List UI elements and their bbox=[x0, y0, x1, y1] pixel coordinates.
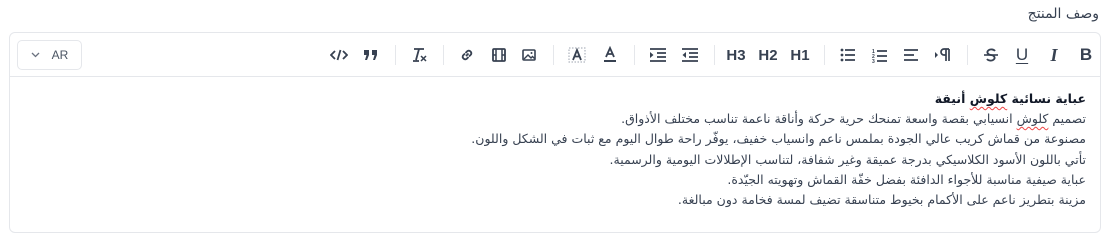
content-line: تصميم كلوش انسيابي بقصة واسعة تمنحك حرية… bbox=[24, 109, 1086, 129]
language-select-value: AR bbox=[51, 48, 69, 62]
text-color-icon bbox=[602, 46, 618, 64]
paragraph-direction-icon bbox=[934, 48, 952, 62]
rich-text-editor[interactable]: AR H3 H2 H1 1 2 3 U I B عباية نسائية كلو… bbox=[9, 32, 1101, 233]
code-button[interactable] bbox=[327, 43, 351, 67]
toolbar-divider bbox=[443, 45, 444, 65]
toolbar-divider bbox=[553, 45, 554, 65]
heading-3-label: H3 bbox=[726, 46, 746, 64]
content-line: تأتي باللون الأسود الكلاسيكي بدرجة عميقة… bbox=[609, 151, 1086, 167]
heading-2-label: H2 bbox=[758, 46, 778, 64]
misspelled-word: كلوش bbox=[1016, 111, 1049, 127]
link-icon bbox=[459, 47, 475, 63]
bullet-list-icon bbox=[840, 48, 856, 62]
heading-3-button[interactable]: H3 bbox=[724, 43, 748, 67]
outdent-icon bbox=[681, 48, 699, 62]
content-text: تصميم bbox=[1048, 111, 1086, 127]
heading-1-button[interactable]: H1 bbox=[788, 43, 812, 67]
toolbar-divider bbox=[395, 45, 396, 65]
clear-format-icon bbox=[411, 47, 427, 63]
underline-icon: U bbox=[1015, 45, 1029, 64]
italic-button[interactable]: I bbox=[1042, 43, 1066, 67]
video-button[interactable] bbox=[487, 43, 511, 67]
ordered-list-icon: 123 bbox=[872, 48, 888, 63]
highlight-icon bbox=[568, 47, 586, 63]
content-line: مزينة بتطريز ناعم على الأكمام بخيوط متنا… bbox=[677, 192, 1086, 208]
align-button[interactable] bbox=[899, 43, 923, 67]
language-select[interactable]: AR bbox=[17, 40, 82, 70]
toolbar-divider bbox=[714, 45, 715, 65]
content-title: عباية نسائية كلوش أنيقة bbox=[24, 89, 1086, 109]
blockquote-button[interactable] bbox=[359, 43, 383, 67]
ordered-list-button[interactable]: 123 bbox=[868, 43, 892, 67]
chevron-down-icon bbox=[31, 50, 41, 60]
strikethrough-button[interactable] bbox=[979, 43, 1003, 67]
content-line: عباية صيفية مناسبة للأجواء الدافئة بفضل … bbox=[727, 171, 1086, 187]
strikethrough-icon bbox=[983, 47, 999, 63]
editor-content[interactable]: عباية نسائية كلوش أنيقة تصميم كلوش انسيا… bbox=[24, 89, 1086, 210]
bold-icon: B bbox=[1079, 45, 1093, 64]
heading-1-label: H1 bbox=[790, 46, 810, 64]
indent-button[interactable] bbox=[646, 43, 670, 67]
content-title-text: عباية نسائية كلوش أنيقة bbox=[934, 91, 1086, 106]
heading-2-button[interactable]: H2 bbox=[756, 43, 780, 67]
bullet-list-button[interactable] bbox=[836, 43, 860, 67]
image-button[interactable] bbox=[517, 43, 541, 67]
text-direction-button[interactable] bbox=[931, 43, 955, 67]
clear-format-button[interactable] bbox=[407, 43, 431, 67]
link-button[interactable] bbox=[455, 43, 479, 67]
quote-icon bbox=[363, 49, 379, 61]
content-line: مصنوعة من قماش كريب عالي الجودة بملمس نا… bbox=[471, 131, 1086, 147]
svg-text:3: 3 bbox=[872, 59, 875, 63]
image-icon bbox=[521, 47, 537, 63]
code-icon bbox=[330, 48, 348, 62]
bold-button[interactable]: B bbox=[1074, 43, 1098, 67]
italic-icon: I bbox=[1050, 44, 1058, 65]
content-text: انسيابي بقصة واسعة تمنحك حرية حركة وأناق… bbox=[621, 111, 1017, 127]
underline-button[interactable]: U bbox=[1010, 43, 1034, 67]
toolbar-divider bbox=[634, 45, 635, 65]
highlight-button[interactable] bbox=[565, 43, 589, 67]
field-label: وصف المنتج bbox=[1027, 6, 1099, 22]
text-color-button[interactable] bbox=[598, 43, 622, 67]
outdent-button[interactable] bbox=[678, 43, 702, 67]
align-icon bbox=[903, 48, 919, 62]
toolbar-divider bbox=[967, 45, 968, 65]
editor-toolbar: AR H3 H2 H1 1 2 3 U I B bbox=[10, 33, 1100, 77]
toolbar-divider bbox=[824, 45, 825, 65]
misspelled-word: كلوش bbox=[969, 91, 1008, 106]
indent-icon bbox=[649, 48, 667, 62]
film-icon bbox=[491, 47, 507, 63]
